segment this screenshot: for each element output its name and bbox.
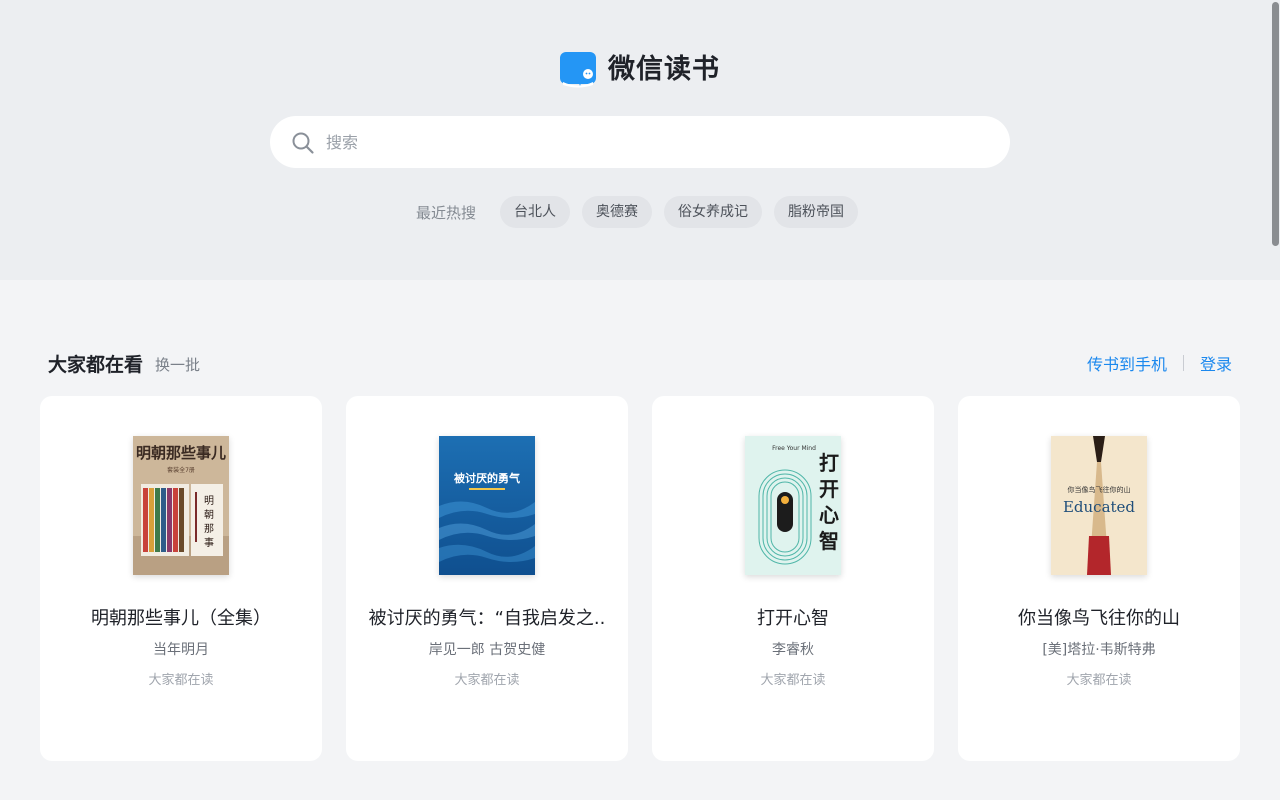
book-cover[interactable]: 明朝那些事儿 套装全7册 明 朝 那 事 <box>133 436 229 575</box>
book-list: 明朝那些事儿 套装全7册 明 朝 那 事 明朝那些事儿（全集） 当年明月 大家都… <box>40 396 1240 761</box>
book-tag: 大家都在读 <box>1066 673 1132 688</box>
hot-tag[interactable]: 奥德赛 <box>582 196 652 228</box>
cover-title: 你当像鸟飞往你的山 <box>1068 485 1131 494</box>
header-links: 传书到手机 登录 <box>1087 351 1232 375</box>
book-author[interactable]: [美]塔拉·韦斯特弗 <box>972 639 1226 659</box>
section-header: 大家都在看 换一批 传书到手机 登录 <box>48 348 1232 378</box>
divider <box>1182 355 1184 371</box>
cover-title: 被讨厌的勇气 <box>454 471 520 485</box>
cover-title-char: 打 <box>819 451 839 475</box>
cover-title-char: 心 <box>819 503 839 527</box>
search-bar[interactable] <box>270 116 1010 168</box>
hot-tag[interactable]: 俗女养成记 <box>664 196 762 228</box>
brand-name: 微信读书 <box>608 54 720 85</box>
book-title[interactable]: 被讨厌的勇气：“自我启发之.. <box>360 604 614 630</box>
search-icon <box>292 132 314 154</box>
book-cover[interactable]: 被讨厌的勇气 <box>439 436 535 575</box>
logo-icon <box>560 52 596 88</box>
book-author[interactable]: 岸见一郎 古贺史健 <box>360 639 614 659</box>
hot-tag[interactable]: 脂粉帝国 <box>774 196 858 228</box>
book-title[interactable]: 你当像鸟飞往你的山 <box>972 604 1226 630</box>
hot-tag[interactable]: 台北人 <box>500 196 570 228</box>
send-to-phone-link[interactable]: 传书到手机 <box>1087 351 1167 375</box>
login-link[interactable]: 登录 <box>1200 351 1232 375</box>
header: 微信读书 最近热搜 台北人 奥德赛 俗女养成记 脂粉帝国 <box>0 0 1280 280</box>
cover-subtitle: 套装全7册 <box>167 466 195 474</box>
cover-english-title: Educated <box>1063 498 1135 516</box>
svg-text:事: 事 <box>204 536 214 549</box>
brand-logo[interactable]: 微信读书 <box>560 52 720 88</box>
scrollbar-thumb[interactable] <box>1272 2 1279 246</box>
svg-text:明: 明 <box>204 495 214 507</box>
cover-title-char: 开 <box>819 477 839 501</box>
cover-title: 明朝那些事儿 <box>136 444 226 462</box>
refresh-button[interactable]: 换一批 <box>155 354 200 375</box>
book-title[interactable]: 明朝那些事儿（全集） <box>54 604 308 630</box>
book-card[interactable]: Free Your Mind 打 开 心 智 打开心智 李睿秋 大家都在读 <box>652 396 934 761</box>
svg-text:那: 那 <box>204 523 214 535</box>
scrollbar[interactable] <box>1271 0 1280 800</box>
book-card[interactable]: 被讨厌的勇气 被讨厌的勇气：“自我启发之.. 岸见一郎 古贺史健 大家都在读 <box>346 396 628 761</box>
cover-english-title: Free Your Mind <box>772 445 816 452</box>
book-card[interactable]: 你当像鸟飞往你的山 Educated 你当像鸟飞往你的山 [美]塔拉·韦斯特弗 … <box>958 396 1240 761</box>
book-author[interactable]: 当年明月 <box>54 639 308 659</box>
book-tag: 大家都在读 <box>760 673 826 688</box>
book-cover[interactable]: 你当像鸟飞往你的山 Educated <box>1051 436 1147 575</box>
book-card[interactable]: 明朝那些事儿 套装全7册 明 朝 那 事 明朝那些事儿（全集） 当年明月 大家都… <box>40 396 322 761</box>
cover-title-char: 智 <box>819 529 839 553</box>
search-input[interactable] <box>326 116 986 168</box>
section-title: 大家都在看 <box>48 353 144 376</box>
hot-searches: 最近热搜 台北人 奥德赛 俗女养成记 脂粉帝国 <box>0 196 1280 228</box>
book-tag: 大家都在读 <box>148 673 214 688</box>
book-tag: 大家都在读 <box>454 673 520 688</box>
book-cover[interactable]: Free Your Mind 打 开 心 智 <box>745 436 841 575</box>
book-author[interactable]: 李睿秋 <box>666 639 920 659</box>
svg-text:朝: 朝 <box>204 509 214 521</box>
hot-searches-label: 最近热搜 <box>415 203 476 222</box>
book-title[interactable]: 打开心智 <box>666 604 920 630</box>
